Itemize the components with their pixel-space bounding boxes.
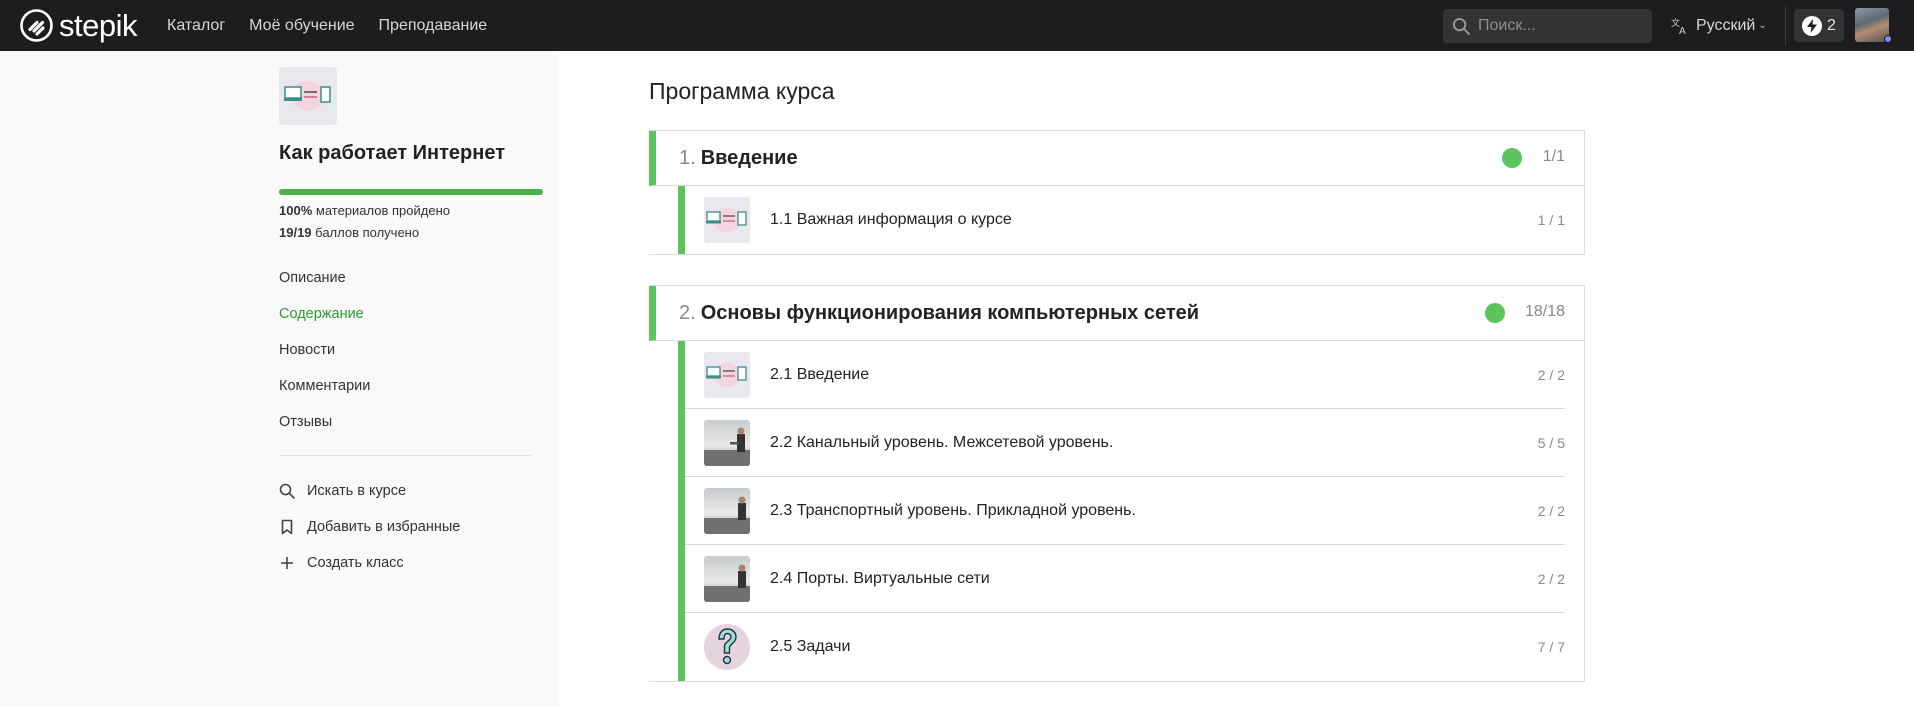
lesson-row[interactable]: 2.4 Порты. Виртуальные сети 2 / 2 <box>685 545 1565 613</box>
lesson-progress-count: 2 / 2 <box>1537 570 1565 587</box>
completed-status-icon <box>1502 148 1522 168</box>
search-in-course-button[interactable]: Искать в курсе <box>279 473 460 509</box>
lesson-row[interactable]: 2.2 Канальный уровень. Межсетевой уровен… <box>685 409 1565 477</box>
language-selector[interactable]: 文 A Русский ⌄ <box>1671 0 1767 51</box>
lesson-list: 2.1 Введение 2 / 2 2.2 Канальный уровень… <box>678 341 1584 681</box>
main-nav: Каталог Моё обучение Преподавание <box>167 0 511 51</box>
lesson-progress-count: 2 / 2 <box>1537 502 1565 519</box>
lesson-title: 1.1 Важная информация о курсе <box>770 211 1012 228</box>
notification-dot <box>1884 35 1892 43</box>
stepik-logo[interactable]: stepik <box>20 9 137 42</box>
create-class-button[interactable]: Создать класс <box>279 545 460 581</box>
points-text: баллов получено <box>315 225 420 240</box>
search-icon <box>279 483 295 499</box>
course-actions: Искать в курсе Добавить в избранные Созд… <box>279 473 460 581</box>
materials-stat: 100% материалов пройдено <box>279 203 450 218</box>
lesson-title: 2.4 Порты. Виртуальные сети <box>770 569 990 587</box>
network-illustration-icon <box>706 362 747 387</box>
lesson-row[interactable]: 2.5 Задачи 7 / 7 <box>685 613 1565 681</box>
nav-catalog[interactable]: Каталог <box>167 17 225 35</box>
module-header[interactable]: 2. Основы функционирования компьютерных … <box>649 286 1584 341</box>
page-title: Программа курса <box>649 78 835 104</box>
language-label: Русский <box>1696 16 1756 34</box>
create-class-label: Создать класс <box>307 555 404 571</box>
course-nav-contents[interactable]: Содержание <box>279 304 370 340</box>
lesson-row[interactable]: 1.1 Важная информация о курсе 1 / 1 <box>685 186 1565 254</box>
lecturer-video-icon <box>704 496 750 534</box>
logo-text: stepik <box>59 8 137 43</box>
lesson-progress-count: 1 / 1 <box>1537 212 1565 228</box>
lesson-title: 2.3 Транспортный уровень. Прикладной уро… <box>770 501 1136 519</box>
module-header[interactable]: 1. Введение 1/1 <box>649 131 1584 186</box>
chevron-down-icon: ⌄ <box>1758 20 1767 31</box>
energy-button[interactable]: 2 <box>1794 9 1844 42</box>
lesson-row[interactable]: 2.3 Транспортный уровень. Прикладной уро… <box>685 477 1565 545</box>
module-progress-count: 1/1 <box>1542 148 1565 165</box>
lesson-title: 2.2 Канальный уровень. Межсетевой уровен… <box>770 433 1114 451</box>
lesson-thumbnail <box>704 197 750 243</box>
course-nav-description[interactable]: Описание <box>279 268 370 304</box>
course-nav-comments[interactable]: Комментарии <box>279 376 370 412</box>
materials-text: материалов пройдено <box>315 203 450 218</box>
points-stat: 19/19 баллов получено <box>279 225 419 240</box>
points-value: 19/19 <box>279 225 312 240</box>
lesson-progress-count: 7 / 7 <box>1537 639 1565 655</box>
lecturer-video-icon <box>704 564 750 602</box>
nav-teaching[interactable]: Преподавание <box>379 17 488 35</box>
nav-my-learning[interactable]: Моё обучение <box>249 17 354 35</box>
lesson-thumbnail <box>704 555 750 602</box>
course-nav: Описание Содержание Новости Комментарии … <box>279 268 370 448</box>
lesson-list: 1.1 Важная информация о курсе 1 / 1 <box>678 186 1584 254</box>
module-section: 2. Основы функционирования компьютерных … <box>649 285 1585 682</box>
svg-text:A: A <box>1679 26 1686 35</box>
lesson-thumbnail <box>704 487 750 534</box>
network-illustration-icon <box>706 208 747 232</box>
divider <box>279 455 532 456</box>
search-input[interactable] <box>1478 17 1648 35</box>
module-progress-count: 18/18 <box>1524 303 1565 320</box>
module-title: Введение <box>700 146 798 169</box>
course-progress-fill <box>279 189 543 195</box>
module-number: 2. <box>679 301 696 324</box>
lesson-row[interactable]: 2.1 Введение 2 / 2 <box>685 341 1565 409</box>
module-section: 1. Введение 1/1 1.1 Важная информация о … <box>649 130 1585 255</box>
course-nav-reviews[interactable]: Отзывы <box>279 412 370 448</box>
lesson-thumbnail <box>704 624 750 670</box>
search-in-course-label: Искать в курсе <box>307 483 407 499</box>
search-icon <box>1452 17 1471 35</box>
materials-percent: 100% <box>279 203 313 218</box>
course-progress-bar <box>279 189 543 195</box>
lesson-progress-count: 5 / 5 <box>1537 434 1565 451</box>
lightning-icon <box>1802 15 1823 36</box>
add-to-favorites-label: Добавить в избранные <box>307 519 461 535</box>
translate-icon: 文 A <box>1671 17 1686 35</box>
lesson-title: 2.5 Задачи <box>770 638 851 655</box>
lesson-thumbnail <box>704 351 750 398</box>
module-number: 1. <box>679 146 696 169</box>
plus-icon <box>281 557 293 569</box>
network-illustration-icon <box>284 81 331 111</box>
course-thumbnail[interactable] <box>279 67 337 125</box>
module-title: Основы функционирования компьютерных сет… <box>700 301 1200 324</box>
course-title: Как работает Интернет <box>279 142 506 164</box>
lecturer-video-icon <box>704 427 750 466</box>
course-nav-news[interactable]: Новости <box>279 340 370 376</box>
search-box[interactable] <box>1443 9 1652 43</box>
question-mark-icon <box>718 628 737 665</box>
top-navbar: stepik Каталог Моё обучение Преподавание… <box>0 0 1914 51</box>
lesson-progress-count: 2 / 2 <box>1537 366 1565 383</box>
bookmark-icon <box>281 519 293 535</box>
add-to-favorites-button[interactable]: Добавить в избранные <box>279 509 460 545</box>
divider <box>1785 5 1786 46</box>
lesson-thumbnail <box>704 419 750 466</box>
lesson-title: 2.1 Введение <box>770 365 870 383</box>
completed-status-icon <box>1485 303 1505 323</box>
energy-count: 2 <box>1827 16 1836 34</box>
stepik-logo-icon <box>20 9 53 42</box>
